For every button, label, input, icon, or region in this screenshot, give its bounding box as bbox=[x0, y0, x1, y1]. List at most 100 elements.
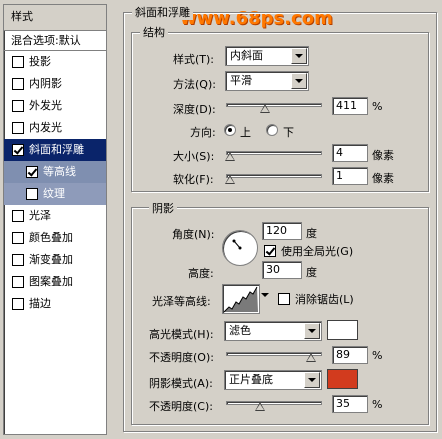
style-item-drop-shadow[interactable]: 投影 bbox=[4, 51, 106, 73]
structure-title: 结构 bbox=[140, 24, 168, 40]
style-item-label: 纹理 bbox=[43, 187, 65, 200]
dropdown-value: 内斜面 bbox=[230, 49, 263, 62]
angle-label: 角度(N): bbox=[172, 228, 215, 241]
shadow-opacity-slider[interactable] bbox=[226, 401, 322, 411]
shadow-opacity-label: 不透明度(C): bbox=[149, 400, 213, 413]
dropdown-value: 滤色 bbox=[229, 324, 251, 337]
technique-dropdown[interactable]: 平滑 bbox=[225, 71, 309, 91]
style-item-label: 渐变叠加 bbox=[29, 253, 73, 266]
highlight-mode-label: 高光模式(H): bbox=[149, 328, 214, 341]
highlight-color-swatch[interactable] bbox=[327, 320, 358, 340]
anti-alias-checkbox[interactable] bbox=[278, 293, 290, 305]
altitude-label: 高度: bbox=[188, 267, 214, 280]
contour-curve-icon bbox=[223, 286, 258, 313]
global-light-option[interactable]: 使用全局光(G) bbox=[264, 243, 353, 259]
shadow-opacity-input[interactable]: 35 bbox=[332, 395, 368, 413]
gloss-contour-dropdown-button[interactable] bbox=[261, 293, 269, 297]
style-item-label: 外发光 bbox=[29, 99, 62, 112]
blend-options-item[interactable]: 混合选项:默认 bbox=[4, 31, 106, 51]
highlight-mode-dropdown[interactable]: 滤色 bbox=[224, 321, 322, 341]
style-item-texture[interactable]: 纹理 bbox=[4, 183, 106, 205]
style-item-inner-glow[interactable]: 内发光 bbox=[4, 117, 106, 139]
anti-alias-label: 消除锯齿(L) bbox=[295, 293, 354, 306]
angle-unit: 度 bbox=[306, 227, 317, 240]
direction-up-label: 上 bbox=[240, 126, 251, 139]
direction-up-radio[interactable] bbox=[224, 124, 236, 136]
global-light-label: 使用全局光(G) bbox=[281, 245, 354, 258]
chevron-down-icon[interactable] bbox=[291, 48, 307, 64]
chevron-down-icon[interactable] bbox=[304, 372, 320, 388]
highlight-opacity-input[interactable]: 89 bbox=[332, 346, 368, 364]
shadow-mode-dropdown[interactable]: 正片叠底 bbox=[224, 370, 322, 390]
style-item-satin[interactable]: 光泽 bbox=[4, 205, 106, 227]
style-item-label: 描边 bbox=[29, 297, 51, 310]
inner-shadow-checkbox[interactable] bbox=[12, 78, 24, 90]
pattern-overlay-checkbox[interactable] bbox=[12, 276, 24, 288]
anti-alias-option[interactable]: 消除锯齿(L) bbox=[278, 291, 354, 307]
gloss-contour-label: 光泽等高线: bbox=[152, 295, 211, 308]
size-unit: 像素 bbox=[372, 149, 394, 162]
contour-checkbox[interactable] bbox=[26, 166, 38, 178]
style-list: 样式 混合选项:默认 投影 内阴影 外发光 内发光 斜面和浮雕 等高线 纹理 光… bbox=[3, 4, 107, 435]
color-overlay-checkbox[interactable] bbox=[12, 232, 24, 244]
altitude-input[interactable]: 30 bbox=[262, 261, 302, 279]
depth-slider[interactable] bbox=[226, 103, 322, 113]
soften-slider[interactable] bbox=[224, 174, 322, 184]
size-input[interactable]: 4 bbox=[332, 144, 368, 162]
size-slider[interactable] bbox=[224, 151, 322, 161]
style-item-label: 斜面和浮雕 bbox=[29, 143, 84, 156]
style-item-label: 图案叠加 bbox=[29, 275, 73, 288]
direction-down-radio[interactable] bbox=[266, 124, 278, 136]
style-item-gradient-overlay[interactable]: 渐变叠加 bbox=[4, 249, 106, 271]
style-item-pattern-overlay[interactable]: 图案叠加 bbox=[4, 271, 106, 293]
bevel-emboss-title: 斜面和浮雕 bbox=[132, 4, 193, 20]
style-item-label: 内发光 bbox=[29, 121, 62, 134]
texture-checkbox[interactable] bbox=[26, 188, 38, 200]
altitude-unit: 度 bbox=[306, 266, 317, 279]
chevron-down-icon[interactable] bbox=[304, 323, 320, 339]
style-item-bevel-emboss[interactable]: 斜面和浮雕 bbox=[4, 139, 106, 161]
bevel-emboss-checkbox[interactable] bbox=[12, 144, 24, 156]
style-label: 样式(T): bbox=[173, 53, 215, 66]
direction-label: 方向: bbox=[190, 126, 216, 139]
style-item-inner-shadow[interactable]: 内阴影 bbox=[4, 73, 106, 95]
shading-title: 阴影 bbox=[149, 200, 177, 216]
style-item-label: 投影 bbox=[29, 55, 51, 68]
style-item-label: 等高线 bbox=[43, 165, 76, 178]
style-item-color-overlay[interactable]: 颜色叠加 bbox=[4, 227, 106, 249]
style-item-stroke[interactable]: 描边 bbox=[4, 293, 106, 315]
soften-input[interactable]: 1 bbox=[332, 167, 368, 185]
soften-label: 软化(F): bbox=[173, 173, 214, 186]
angle-dial[interactable] bbox=[222, 230, 258, 266]
size-label: 大小(S): bbox=[173, 150, 215, 163]
shadow-mode-label: 阴影模式(A): bbox=[149, 377, 213, 390]
soften-unit: 像素 bbox=[372, 172, 394, 185]
style-item-label: 光泽 bbox=[29, 209, 51, 222]
highlight-opacity-label: 不透明度(O): bbox=[149, 351, 214, 364]
depth-unit: % bbox=[372, 100, 383, 113]
satin-checkbox[interactable] bbox=[12, 210, 24, 222]
dropdown-value: 正片叠底 bbox=[229, 373, 273, 386]
highlight-opacity-slider[interactable] bbox=[226, 352, 322, 362]
angle-input[interactable]: 120 bbox=[262, 222, 302, 240]
gloss-contour-picker[interactable] bbox=[222, 284, 260, 314]
angle-indicator-icon bbox=[232, 239, 242, 250]
shadow-color-swatch[interactable] bbox=[327, 369, 358, 389]
global-light-checkbox[interactable] bbox=[264, 245, 276, 257]
style-item-contour[interactable]: 等高线 bbox=[4, 161, 106, 183]
depth-label: 深度(D): bbox=[173, 103, 216, 116]
chevron-down-icon[interactable] bbox=[291, 73, 307, 89]
style-list-header[interactable]: 样式 bbox=[4, 5, 106, 31]
direction-down-label: 下 bbox=[283, 126, 294, 139]
inner-glow-checkbox[interactable] bbox=[12, 122, 24, 134]
bevel-style-dropdown[interactable]: 内斜面 bbox=[225, 46, 309, 66]
outer-glow-checkbox[interactable] bbox=[12, 100, 24, 112]
depth-input[interactable]: 411 bbox=[332, 97, 368, 115]
technique-label: 方法(Q): bbox=[173, 78, 216, 91]
highlight-opacity-unit: % bbox=[372, 349, 383, 362]
shadow-opacity-unit: % bbox=[372, 398, 383, 411]
stroke-checkbox[interactable] bbox=[12, 298, 24, 310]
drop-shadow-checkbox[interactable] bbox=[12, 56, 24, 68]
gradient-overlay-checkbox[interactable] bbox=[12, 254, 24, 266]
style-item-outer-glow[interactable]: 外发光 bbox=[4, 95, 106, 117]
